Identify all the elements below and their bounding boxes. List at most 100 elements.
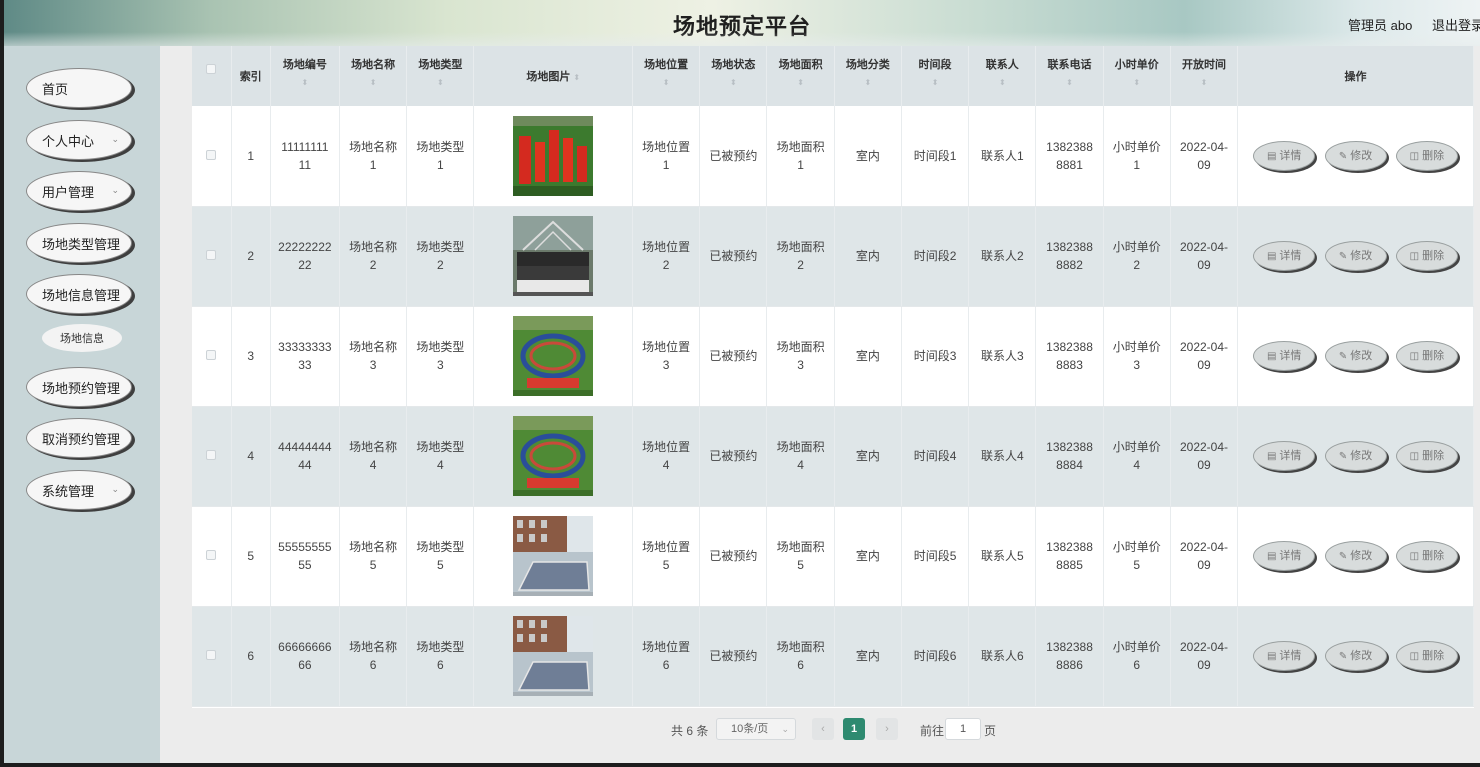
sidebar-item-home[interactable]: 首页	[26, 68, 132, 108]
detail-button[interactable]: ▤ 详情	[1253, 441, 1316, 471]
goto-page-input[interactable]: 1	[945, 718, 981, 740]
cell-type: 场地类型 1	[406, 106, 475, 207]
column-header[interactable]: 时间段 ⬍	[901, 46, 970, 106]
column-header[interactable]: 场地位置 ⬍	[632, 46, 701, 106]
cell-category: 室内	[834, 106, 902, 207]
column-header[interactable]: 场地图片 ⬍	[473, 46, 633, 106]
cell-name: 场地名称 5	[339, 506, 408, 607]
page-title: 场地预定平台	[672, 14, 811, 39]
cell-area: 场地面积 5	[766, 506, 835, 607]
row-select-cell[interactable]	[192, 606, 232, 707]
cell-code: 66666666 66	[270, 606, 340, 707]
sidebar-item-venue-info-management[interactable]: 场地信息管理	[26, 274, 132, 314]
row-select-cell[interactable]	[192, 406, 232, 507]
column-header[interactable]: 场地名称 ⬍	[339, 46, 408, 106]
app-frame: 场地预定平台 管理员 abo 退出登录 首页 个人中心 ⌄ 用户管理 ⌄ 场地类…	[4, 0, 1480, 763]
sort-icon[interactable]: ⬍	[407, 78, 473, 87]
column-header[interactable]: 联系人 ⬍	[968, 46, 1037, 106]
prev-page-button[interactable]: ‹	[812, 718, 834, 740]
next-page-button[interactable]: ›	[876, 718, 898, 740]
sort-icon[interactable]: ⬍	[1036, 78, 1102, 87]
row-checkbox[interactable]	[206, 650, 217, 660]
sort-icon[interactable]: ⬍	[1104, 78, 1170, 87]
edit-button[interactable]: ✎ 修改	[1324, 641, 1387, 671]
cell-index: 5	[231, 506, 271, 607]
column-header[interactable]: 场地类型 ⬍	[406, 46, 475, 106]
edit-button[interactable]: ✎ 修改	[1324, 541, 1387, 571]
edit-button[interactable]: ✎ 修改	[1324, 441, 1387, 471]
cell-location: 场地位置 4	[632, 406, 701, 507]
cell-name: 场地名称 2	[339, 206, 408, 307]
sidebar-item-venue-booking-management[interactable]: 场地预约管理	[26, 367, 132, 407]
column-header[interactable]: 联系电话 ⬍	[1035, 46, 1104, 106]
cell-actions: ▤ 详情 ✎ 修改 ◫ 删除	[1237, 606, 1474, 707]
sidebar-item-cancel-booking-management[interactable]: 取消预约管理	[26, 418, 132, 458]
row-select-cell[interactable]	[192, 206, 232, 307]
sort-icon[interactable]: ⬍	[340, 78, 406, 87]
column-header[interactable]: 场地状态 ⬍	[699, 46, 768, 106]
venue-image	[513, 216, 594, 296]
delete-button[interactable]: ◫ 删除	[1395, 341, 1458, 371]
sort-icon[interactable]: ⬍	[767, 78, 833, 87]
sort-icon[interactable]: ⬍	[573, 73, 580, 82]
delete-button[interactable]: ◫ 删除	[1395, 541, 1458, 571]
sidebar-item-personal-center[interactable]: 个人中心 ⌄	[26, 120, 132, 160]
detail-button[interactable]: ▤ 详情	[1253, 241, 1316, 271]
delete-button[interactable]: ◫ 删除	[1395, 441, 1458, 471]
delete-button[interactable]: ◫ 删除	[1395, 641, 1458, 671]
select-all-cell[interactable]	[192, 46, 232, 106]
logout-link[interactable]: 退出登录	[1432, 15, 1480, 34]
delete-button[interactable]: ◫ 删除	[1395, 241, 1458, 271]
sort-icon[interactable]: ⬍	[271, 78, 339, 87]
delete-button[interactable]: ◫ 删除	[1395, 140, 1458, 171]
cell-actions: ▤ 详情 ✎ 修改 ◫ 删除	[1237, 206, 1474, 307]
sidebar-item-user-management[interactable]: 用户管理 ⌄	[26, 171, 132, 211]
cell-code: 11111111 11	[270, 106, 340, 207]
row-select-cell[interactable]	[192, 506, 232, 607]
column-header[interactable]: 场地面积 ⬍	[766, 46, 835, 106]
edit-button[interactable]: ✎ 修改	[1324, 241, 1387, 271]
sidebar-subitem-venue-info[interactable]: 场地信息	[42, 324, 122, 352]
row-checkbox[interactable]	[206, 450, 217, 460]
venue-image	[513, 115, 594, 196]
cell-status: 已被预约	[699, 106, 768, 207]
row-checkbox[interactable]	[206, 250, 217, 260]
row-checkbox[interactable]	[206, 350, 217, 360]
sort-icon[interactable]: ⬍	[700, 78, 766, 87]
cell-price: 小时单价 1	[1103, 106, 1171, 207]
cell-price: 小时单价 4	[1103, 406, 1171, 507]
sidebar-item-system-management[interactable]: 系统管理 ⌄	[26, 470, 132, 510]
column-header[interactable]: 场地编号 ⬍	[270, 46, 340, 106]
pagination-total: 共 6 条	[671, 724, 709, 738]
column-header[interactable]: 开放时间 ⬍	[1170, 46, 1239, 106]
cell-name: 场地名称 4	[339, 406, 408, 507]
sidebar-item-label: 取消预约管理	[42, 431, 121, 447]
column-header[interactable]: 场地分类 ⬍	[834, 46, 902, 106]
detail-button[interactable]: ▤ 详情	[1253, 641, 1316, 671]
row-select-cell[interactable]	[192, 106, 232, 207]
cell-location: 场地位置 2	[632, 206, 701, 307]
cell-open-time: 2022-04- 09	[1170, 506, 1239, 607]
sidebar: 首页 个人中心 ⌄ 用户管理 ⌄ 场地类型管理 场地信息管理 场地信息 场地预约…	[4, 46, 160, 763]
table-row: 5 55555555 55 场地名称 5 场地类型 5 场地位置 5 已被预约 场地面积…	[192, 506, 1474, 607]
sort-icon[interactable]: ⬍	[835, 78, 901, 87]
column-header[interactable]: 小时单价 ⬍	[1103, 46, 1171, 106]
detail-button[interactable]: ▤ 详情	[1253, 140, 1316, 171]
edit-button[interactable]: ✎ 修改	[1324, 341, 1387, 371]
cell-category: 室内	[834, 206, 902, 307]
row-select-cell[interactable]	[192, 306, 232, 407]
select-all-checkbox[interactable]	[206, 64, 217, 74]
sort-icon[interactable]: ⬍	[969, 78, 1035, 87]
detail-button[interactable]: ▤ 详情	[1253, 541, 1316, 571]
current-page-button[interactable]: 1	[843, 718, 865, 740]
row-checkbox[interactable]	[206, 550, 217, 560]
sort-icon[interactable]: ⬍	[1171, 78, 1237, 87]
sidebar-item-venue-type-management[interactable]: 场地类型管理	[26, 223, 132, 263]
sort-icon[interactable]: ⬍	[633, 78, 699, 87]
detail-button[interactable]: ▤ 详情	[1253, 341, 1316, 371]
sort-icon[interactable]: ⬍	[902, 78, 968, 87]
row-checkbox[interactable]	[206, 149, 217, 160]
edit-button[interactable]: ✎ 修改	[1324, 140, 1387, 171]
cell-price: 小时单价 2	[1103, 206, 1171, 307]
page-size-select[interactable]: 10条/页 ⌄	[716, 718, 796, 740]
